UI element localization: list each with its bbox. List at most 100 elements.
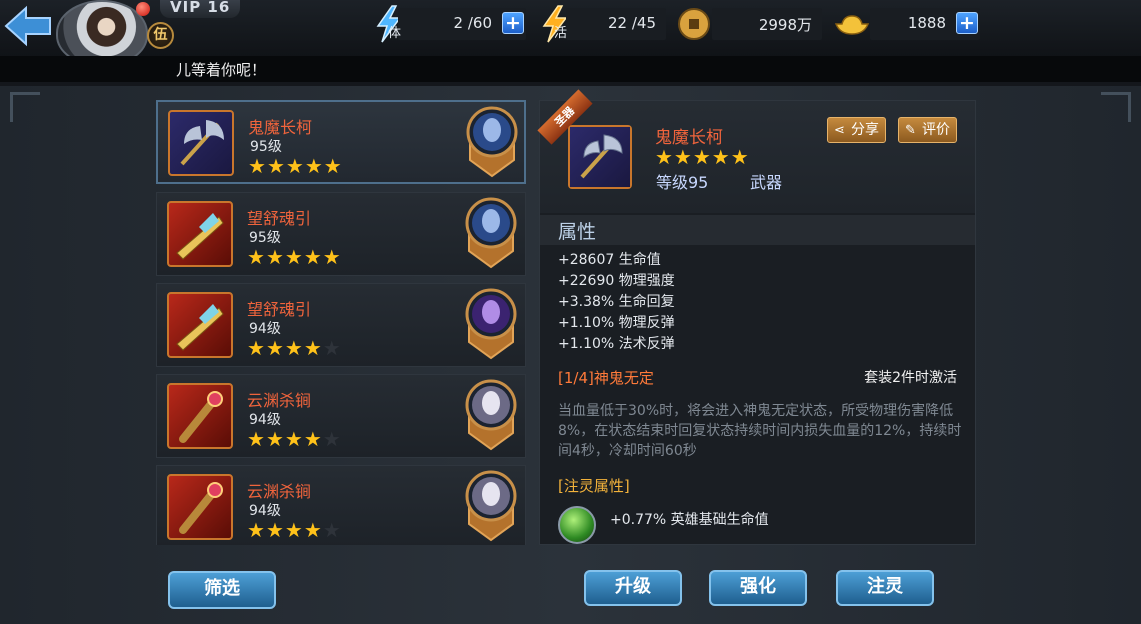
set-description: 当血量低于30%时，将会进入神鬼无定状态，所受物理伤害降低8%，在状态结束时回复… — [558, 403, 962, 459]
star-filled-icon: ★ — [323, 154, 343, 178]
star-filled-icon: ★ — [284, 427, 304, 451]
item-level: 95级 — [249, 230, 281, 246]
equipment-list-item[interactable]: 鬼魔长柯 95级 ★★★★★ — [156, 100, 526, 184]
attribute-line: +1.10% 法术反弹 — [558, 336, 675, 352]
share-icon: ⋖ — [834, 123, 845, 138]
add-gold-button[interactable]: + — [956, 12, 978, 34]
gold-value: 1888 — [907, 14, 946, 32]
attribute-line: +3.38% 生命回复 — [558, 294, 675, 310]
star-filled-icon: ★ — [265, 245, 285, 269]
star-rating: ★★★★★ — [248, 154, 343, 178]
star-rating: ★★★★★ — [247, 427, 342, 451]
star-filled-icon: ★ — [303, 245, 323, 269]
coin-value: 2998万 — [758, 16, 812, 34]
star-filled-icon: ★ — [285, 154, 305, 178]
equipment-list-item[interactable]: 望舒魂引 94级 ★★★★★ — [156, 283, 526, 367]
attributes-header: 属性 — [540, 215, 975, 245]
star-empty-icon: ★ — [322, 427, 342, 451]
back-arrow-icon[interactable] — [2, 4, 54, 48]
club-weapon-icon — [167, 383, 233, 449]
star-filled-icon: ★ — [248, 154, 267, 178]
rank-badge: 伍 — [147, 22, 174, 49]
star-filled-icon: ★ — [303, 427, 323, 451]
attributes-title: 属性 — [558, 221, 597, 243]
item-name: 云渊杀锏 — [247, 391, 312, 410]
attribute-line: +1.10% 物理反弹 — [558, 315, 675, 331]
star-filled-icon: ★ — [247, 336, 266, 360]
silver-hair-hero-icon — [465, 379, 517, 451]
gold-counter: 1888 + — [870, 8, 980, 40]
star-filled-icon: ★ — [303, 518, 323, 542]
equipment-list[interactable]: 鬼魔长柯 95级 ★★★★★ 望舒魂引 95级 ★★★★★ 望舒魂引 94级 ★★★★★ 云渊杀锏… — [156, 100, 526, 545]
item-level: 94级 — [249, 412, 281, 428]
item-name: 云渊杀锏 — [247, 482, 312, 501]
announcement-text: 儿等着你呢！ — [176, 61, 267, 79]
club-weapon-icon — [167, 474, 233, 540]
blue-knight-hero-icon — [466, 106, 518, 178]
copper-coin-icon — [678, 8, 710, 40]
rate-button[interactable]: ✎ 评价 — [898, 117, 957, 143]
attribute-line: +28607 生命值 — [558, 252, 661, 268]
coin-counter: 2998万 — [712, 8, 822, 40]
star-rating: ★★★★★ — [247, 245, 342, 269]
blue-knight-hero-icon — [465, 197, 517, 269]
item-name: 望舒魂引 — [247, 300, 312, 319]
star-filled-icon: ★ — [303, 336, 323, 360]
upgrade-button[interactable]: 升级 — [584, 570, 682, 606]
star-filled-icon: ★ — [265, 336, 285, 360]
golden-blade-weapon-icon — [167, 292, 233, 358]
edit-icon: ✎ — [905, 123, 916, 138]
star-filled-icon: ★ — [247, 518, 266, 542]
enhance-button[interactable]: 强化 — [709, 570, 807, 606]
golden-blade-weapon-icon — [167, 201, 233, 267]
detail-star-rating: ★★★★★ — [655, 145, 750, 169]
item-level: 94级 — [249, 321, 281, 337]
item-level: 94级 — [249, 503, 281, 519]
add-stamina-button[interactable]: + — [502, 12, 524, 34]
star-rating: ★★★★★ — [247, 518, 342, 542]
notification-dot — [136, 2, 150, 16]
vitality-value: 22 /45 — [608, 14, 656, 32]
detail-item-level: 等级95 — [656, 173, 709, 192]
star-filled-icon: ★ — [265, 518, 285, 542]
detail-header: 圣器 鬼魔长柯 ★★★★★ 等级95 武器 ⋖ 分享 ✎ 评价 — [537, 89, 975, 213]
filter-button[interactable]: 筛选 — [168, 571, 276, 609]
star-empty-icon: ★ — [322, 336, 342, 360]
star-rating: ★★★★★ — [247, 336, 342, 360]
rate-label: 评价 — [922, 122, 950, 138]
axe-weapon-icon — [168, 110, 234, 176]
set-activation: 套装2件时激活 — [864, 370, 957, 386]
item-name: 望舒魂引 — [247, 209, 312, 228]
star-filled-icon: ★ — [266, 154, 286, 178]
star-filled-icon: ★ — [304, 154, 324, 178]
item-level: 95级 — [250, 139, 282, 155]
announcement-marquee: 儿等着你呢！ — [0, 56, 1141, 82]
purple-warrior-hero-icon — [465, 288, 517, 360]
star-filled-icon: ★ — [284, 336, 304, 360]
share-label: 分享 — [851, 122, 879, 138]
frame-corner — [1101, 92, 1131, 122]
frame-corner — [10, 92, 40, 122]
star-filled-icon: ★ — [284, 245, 304, 269]
infuse-button[interactable]: 注灵 — [836, 570, 934, 606]
equipment-list-item[interactable]: 云渊杀锏 94级 ★★★★★ — [156, 465, 526, 545]
vip-level: VIP 16 — [160, 0, 241, 18]
star-filled-icon: ★ — [265, 427, 285, 451]
top-bar: VIP 16 伍 2 /60 + 体 22 /45 活 2998万 1888 + — [0, 0, 1141, 66]
star-filled-icon: ★ — [247, 427, 266, 451]
star-filled-icon: ★ — [247, 245, 266, 269]
set-name: [1/4]神鬼无定 — [558, 369, 654, 387]
star-filled-icon: ★ — [284, 518, 304, 542]
stamina-value: 2 /60 — [453, 14, 492, 32]
vitality-tag: 活 — [554, 26, 568, 41]
axe-weapon-icon — [568, 125, 632, 189]
attribute-line: +22690 物理强度 — [558, 273, 675, 289]
item-name: 鬼魔长柯 — [248, 118, 313, 137]
share-button[interactable]: ⋖ 分享 — [827, 117, 886, 143]
stamina-counter: 2 /60 + — [398, 8, 526, 40]
equipment-list-item[interactable]: 云渊杀锏 94级 ★★★★★ — [156, 374, 526, 458]
equipment-list-item[interactable]: 望舒魂引 95级 ★★★★★ — [156, 192, 526, 276]
infuse-title: [注灵属性] — [558, 477, 630, 495]
green-gem-icon — [558, 506, 596, 544]
silver-hair-hero-icon — [465, 470, 517, 542]
